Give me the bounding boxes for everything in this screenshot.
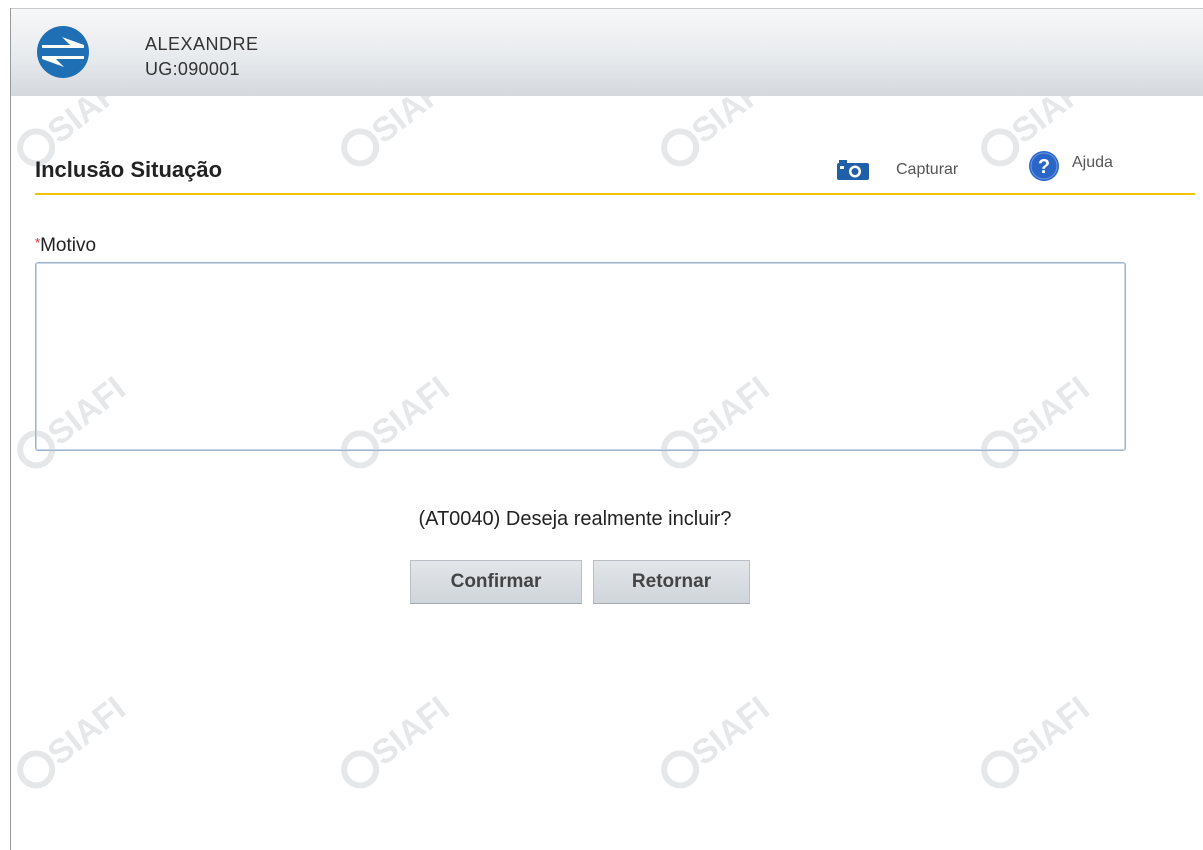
help-button[interactable]: ? Ajuda: [1028, 150, 1113, 182]
frame-left-border: [10, 8, 11, 850]
siafi-watermark: SIAFI: [341, 689, 457, 789]
app-header: ALEXANDRE UG:090001: [11, 9, 1203, 96]
motivo-label-text: Motivo: [40, 235, 97, 256]
user-ug: UG:090001: [145, 59, 240, 79]
svg-text:SIAFI: SIAFI: [685, 689, 777, 772]
svg-text:SIAFI: SIAFI: [1005, 689, 1097, 772]
siafi-logo-icon: [37, 26, 89, 78]
svg-text:?: ?: [1038, 156, 1050, 178]
capture-button[interactable]: Capturar: [836, 157, 958, 183]
title-divider: [35, 193, 1195, 195]
confirmation-message-row: (AT0040) Deseja realmente incluir?: [0, 508, 1160, 531]
confirm-button[interactable]: Confirmar: [410, 560, 582, 604]
motivo-label: *Motivo: [35, 235, 96, 257]
page-title: Inclusão Situação: [35, 157, 223, 182]
return-button[interactable]: Retornar: [593, 560, 750, 604]
confirmation-message: (AT0040) Deseja realmente incluir?: [418, 508, 732, 530]
help-icon: ?: [1029, 151, 1059, 181]
siafi-watermark: SIAFI: [981, 689, 1097, 789]
capture-label: Capturar: [896, 161, 959, 178]
camera-icon: [837, 160, 869, 180]
svg-text:SIAFI: SIAFI: [365, 689, 457, 772]
siafi-watermark: SIAFI: [17, 689, 133, 789]
siafi-watermark: SIAFI: [661, 689, 777, 789]
user-name: ALEXANDRE: [145, 34, 259, 54]
svg-text:SIAFI: SIAFI: [41, 689, 133, 772]
motivo-textarea[interactable]: [35, 262, 1126, 451]
help-label: Ajuda: [1072, 154, 1113, 171]
